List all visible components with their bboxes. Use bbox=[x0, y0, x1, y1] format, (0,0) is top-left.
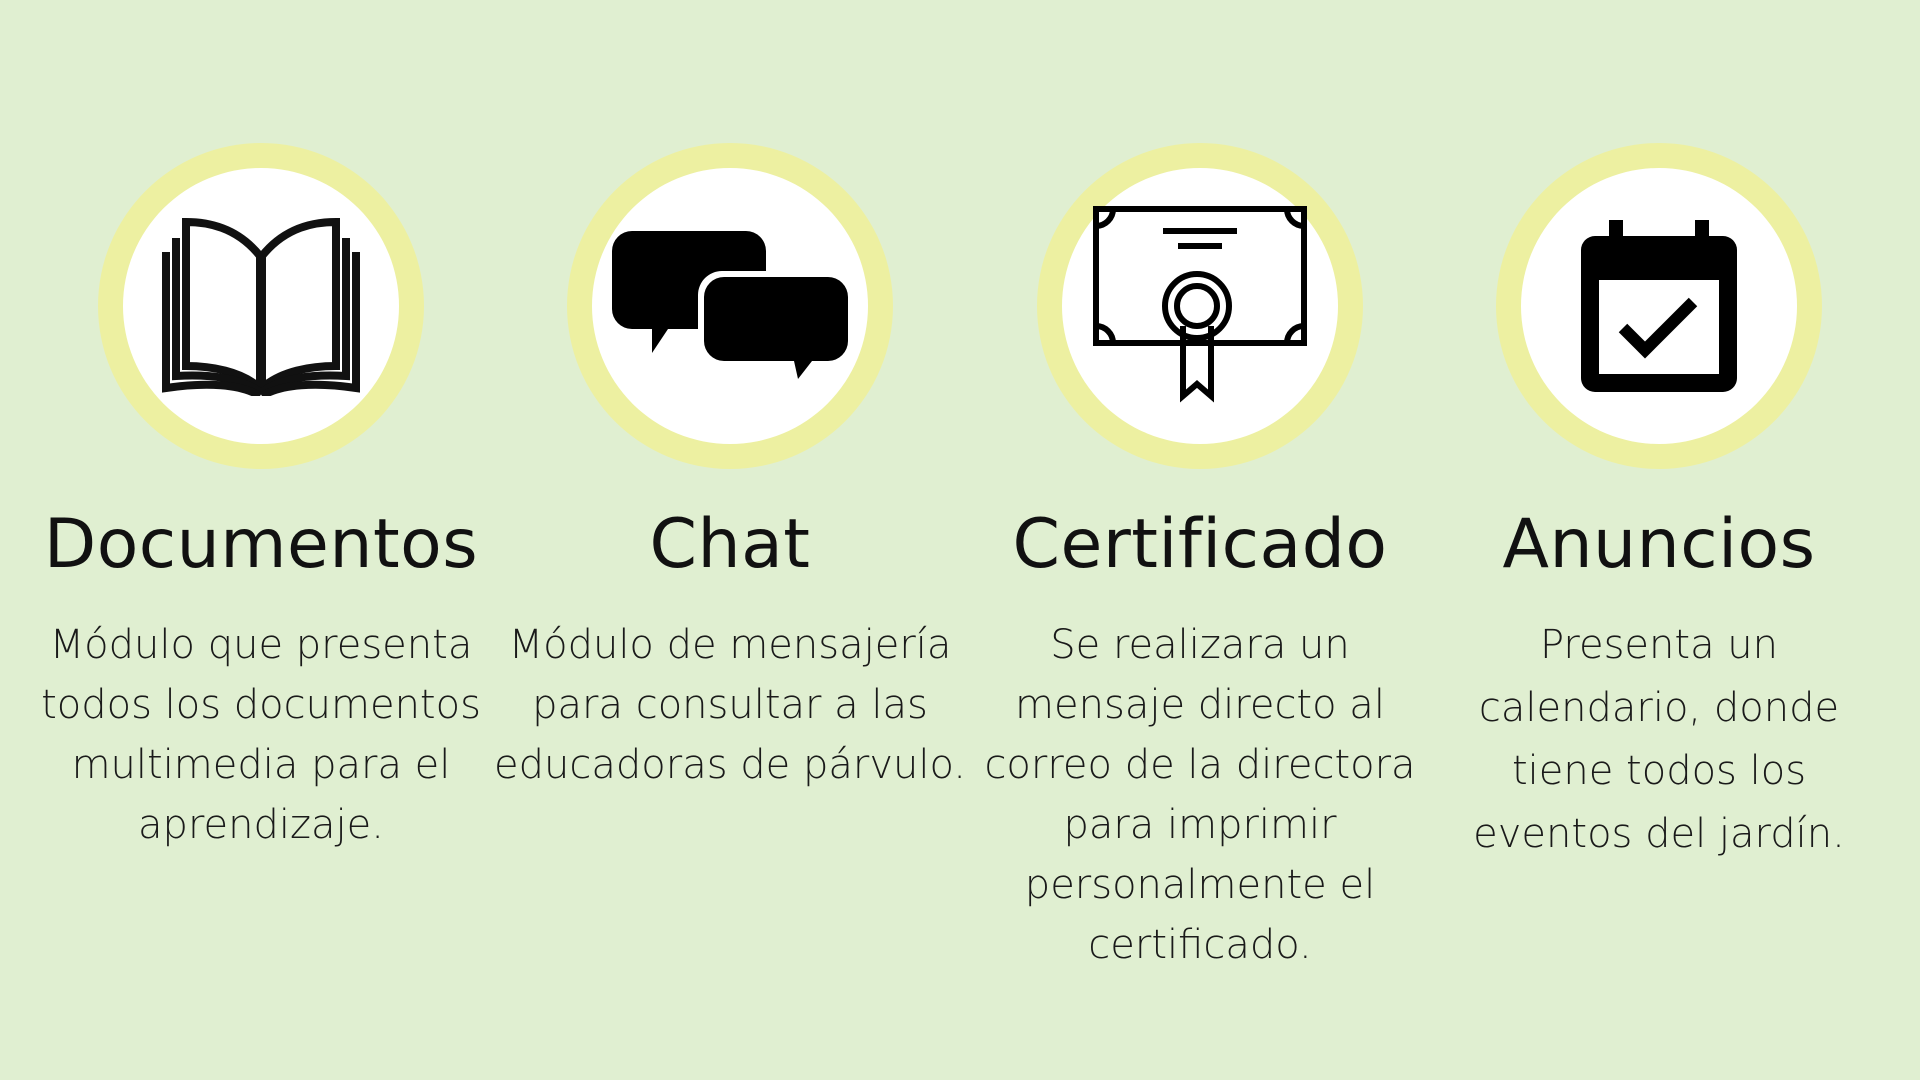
feature-description: Presenta un calendario, donde tiene todo… bbox=[1473, 622, 1845, 857]
feature-description: Módulo que presenta todos los documentos… bbox=[41, 622, 481, 848]
icon-ring bbox=[1496, 143, 1822, 469]
certificate-icon bbox=[1093, 206, 1307, 403]
open-book-icon bbox=[162, 217, 360, 396]
chat-bubbles-icon bbox=[612, 231, 848, 379]
feature-title: Chat bbox=[649, 505, 811, 584]
icon-ring bbox=[567, 143, 893, 469]
icon-ring bbox=[1037, 143, 1363, 469]
feature-description: Se realizara un mensaje directo al corre… bbox=[984, 622, 1416, 968]
icon-ring bbox=[98, 143, 424, 469]
feature-description: Módulo de mensajería para consultar a la… bbox=[494, 622, 966, 788]
feature-title: Anuncios bbox=[1502, 505, 1816, 584]
calendar-check-icon bbox=[1581, 220, 1737, 392]
feature-title: Documentos bbox=[43, 505, 479, 584]
